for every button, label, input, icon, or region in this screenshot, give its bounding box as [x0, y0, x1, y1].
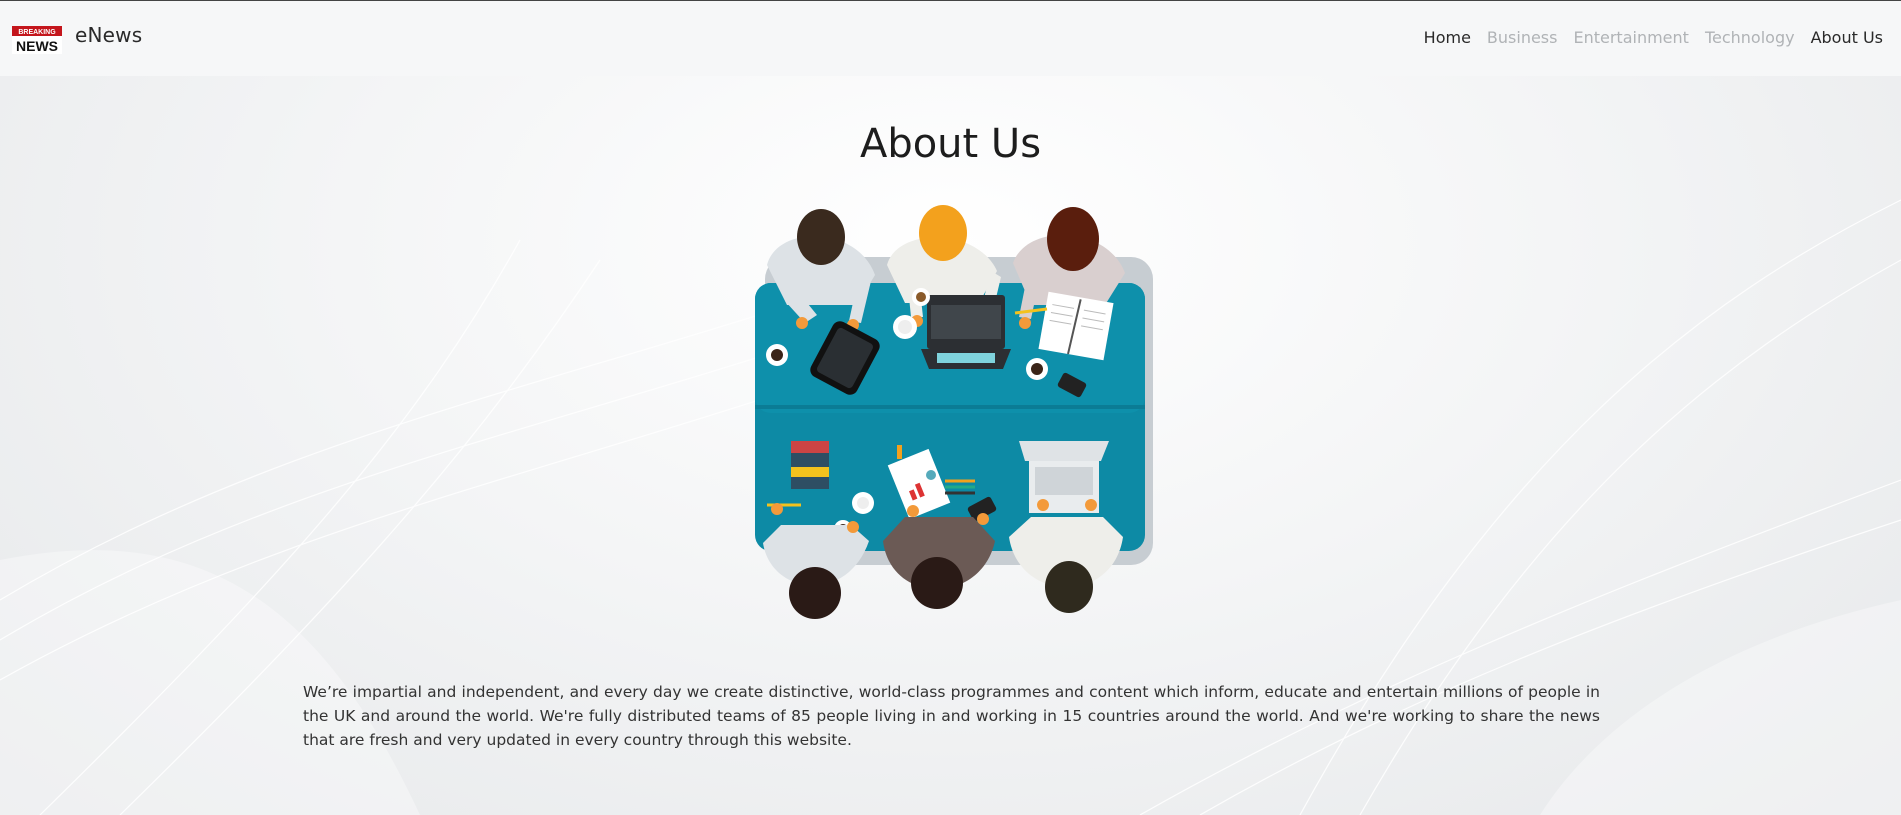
nav-about-us[interactable]: About Us: [1811, 28, 1883, 47]
svg-text:NEWS: NEWS: [16, 38, 58, 54]
page-title: About Us: [859, 121, 1042, 167]
nav-technology[interactable]: Technology: [1705, 28, 1795, 47]
svg-text:BREAKING: BREAKING: [18, 29, 56, 36]
nav-home[interactable]: Home: [1424, 28, 1471, 47]
top-border: [0, 0, 1901, 1]
about-paragraph: We’re impartial and independent, and eve…: [303, 683, 1600, 749]
team-meeting-illustration: [755, 205, 1153, 619]
navbar: BREAKING NEWS eNews Home Business Entert…: [0, 1, 1901, 76]
breaking-news-logo[interactable]: BREAKING NEWS: [12, 26, 62, 54]
nav-entertainment[interactable]: Entertainment: [1573, 28, 1688, 47]
main-nav: Home Business Entertainment Technology A…: [1424, 28, 1883, 47]
nav-business[interactable]: Business: [1487, 28, 1558, 47]
brand-name[interactable]: eNews: [75, 23, 142, 47]
